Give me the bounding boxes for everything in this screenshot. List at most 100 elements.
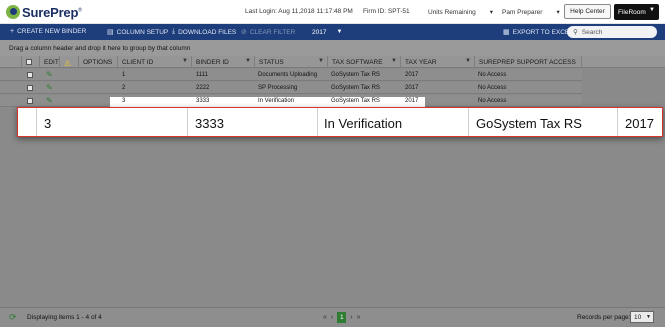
download-icon: ⤓	[172, 28, 176, 35]
pager: « ‹ 1 › »	[323, 312, 361, 323]
warning-icon: ⚠	[64, 59, 72, 68]
zoom-status: In Verification	[324, 116, 403, 131]
select-all-checkbox[interactable]	[26, 59, 32, 65]
column-divider	[617, 108, 618, 136]
cell-tax-software: GoSystem Tax RS	[331, 98, 380, 104]
col-header-expand	[0, 56, 22, 68]
displaying-items: Displaying items 1 - 4 of 4	[27, 314, 102, 321]
col-header-tax-year[interactable]: TAX YEAR ▼	[401, 56, 475, 68]
cell-binder-id: 2222	[196, 85, 210, 91]
export-to-excel-button[interactable]: ▦ EXPORT TO EXCEL	[503, 28, 573, 37]
grid-footer: ⟳ Displaying items 1 - 4 of 4 « ‹ 1 › » …	[0, 307, 665, 327]
toolbar: + CREATE NEW BINDER ▤ COLUMN SETUP ⤓ DOW…	[0, 24, 665, 40]
row-checkbox[interactable]	[27, 72, 33, 78]
cell-client-id: 2	[122, 85, 126, 91]
column-setup-button[interactable]: ▤ COLUMN SETUP	[107, 28, 168, 37]
col-header-options[interactable]: OPTIONS	[79, 56, 118, 68]
cell-status: In Verification	[258, 98, 295, 104]
zoom-tax-year: 2017	[625, 116, 654, 131]
cell-status: SP Processing	[258, 85, 298, 91]
search-icon: ⚲	[573, 29, 578, 36]
column-divider	[36, 108, 37, 136]
col-header-status[interactable]: STATUS ▼	[255, 56, 328, 68]
cell-tax-year: 2017	[405, 72, 419, 78]
cell-binder-id: 3333	[196, 98, 210, 104]
filter-icon[interactable]: ▼	[318, 58, 324, 64]
chevron-down-icon: ▼	[649, 7, 655, 13]
group-by-hint: Drag a column header and drop it here to…	[0, 40, 665, 56]
filter-icon: ⊘	[241, 29, 247, 36]
zoom-client-id: 3	[44, 116, 52, 131]
table-row[interactable]: ✎ 1 1111 Documents Uploading GoSystem Ta…	[0, 69, 582, 81]
filter-icon[interactable]: ▼	[391, 58, 397, 64]
last-login: Last Login: Aug 11,2018 11:17:48 PM	[245, 8, 353, 15]
clear-filter-button[interactable]: ⊘ CLEAR FILTER	[241, 28, 295, 37]
units-remaining-dropdown[interactable]: Units Remaining	[428, 8, 493, 16]
column-divider	[317, 108, 318, 136]
chevron-down-icon: ▼	[646, 314, 651, 320]
current-page-button[interactable]: 1	[337, 312, 347, 323]
binder-grid: Drag a column header and drop it here to…	[0, 40, 665, 307]
first-page-icon[interactable]: «	[323, 314, 327, 321]
refresh-icon[interactable]: ⟳	[9, 312, 17, 323]
col-header-select-all[interactable]	[22, 56, 40, 68]
download-files-button[interactable]: ⤓ DOWNLOAD FILES	[172, 28, 236, 36]
last-page-icon[interactable]: »	[357, 314, 361, 321]
cell-tax-year: 2017	[405, 85, 419, 91]
cell-support-access: No Access	[478, 98, 507, 104]
top-header: SurePrep® Last Login: Aug 11,2018 11:17:…	[0, 0, 665, 24]
records-per-page-label: Records per page:	[577, 314, 631, 321]
firm-id: Firm ID: SPT-51	[363, 8, 410, 15]
highlighted-row-strip[interactable]: 3 3333 In Verification GoSystem Tax RS 2…	[110, 97, 425, 107]
col-header-support-access[interactable]: SUREPREP SUPPORT ACCESS	[475, 56, 582, 68]
edit-pencil-icon[interactable]: ✎	[46, 83, 53, 92]
edit-pencil-icon[interactable]: ✎	[46, 96, 53, 105]
columns-icon: ▤	[107, 29, 114, 36]
zoomed-row-callout: 3 3333 In Verification GoSystem Tax RS 2…	[17, 107, 663, 137]
zoom-tax-software: GoSystem Tax RS	[476, 116, 582, 131]
search-placeholder: Search	[581, 28, 603, 36]
row-checkbox[interactable]	[27, 98, 33, 104]
prev-page-icon[interactable]: ‹	[331, 314, 333, 321]
search-input[interactable]: ⚲ Search	[567, 26, 657, 38]
column-divider	[187, 108, 188, 136]
cell-tax-year: 2017	[405, 98, 419, 104]
cell-client-id: 3	[122, 98, 126, 104]
table-row[interactable]: ✎ 2 2222 SP Processing GoSystem Tax RS 2…	[0, 82, 582, 94]
cell-binder-id: 1111	[196, 72, 209, 78]
col-header-warning[interactable]: ⚠	[60, 56, 79, 68]
cell-tax-software: GoSystem Tax RS	[331, 85, 380, 91]
plus-icon: +	[10, 28, 15, 35]
row-checkbox[interactable]	[27, 85, 33, 91]
col-header-client-id[interactable]: CLIENT ID ▼	[118, 56, 192, 68]
logo-mark-icon	[6, 5, 20, 19]
edit-pencil-icon[interactable]: ✎	[46, 70, 53, 79]
col-header-edit[interactable]: EDIT	[40, 56, 60, 68]
records-per-page-select[interactable]: 10 ▼	[630, 311, 654, 323]
col-header-tax-software[interactable]: TAX SOFTWARE ▼	[328, 56, 401, 68]
logo-text: SurePrep	[22, 4, 79, 20]
sureprep-logo[interactable]: SurePrep®	[6, 3, 82, 21]
cell-support-access: No Access	[478, 85, 507, 91]
filter-icon[interactable]: ▼	[182, 58, 188, 64]
fileroom-dropdown[interactable]: FileRoom ▼	[614, 4, 659, 20]
user-menu[interactable]: Pam Preparer	[502, 8, 560, 16]
column-divider	[468, 108, 469, 136]
chevron-down-icon: ▼	[336, 29, 343, 35]
help-center-button[interactable]: Help Center	[564, 4, 611, 19]
filter-icon[interactable]: ▼	[245, 58, 251, 64]
excel-icon: ▦	[503, 29, 510, 36]
cell-client-id: 1	[122, 72, 126, 78]
year-select[interactable]: 2017 ▼	[308, 26, 344, 38]
cell-status: Documents Uploading	[258, 72, 318, 78]
cell-tax-software: GoSystem Tax RS	[331, 72, 380, 78]
col-header-binder-id[interactable]: BINDER ID ▼	[192, 56, 255, 68]
zoom-binder-id: 3333	[195, 116, 224, 131]
col-header-filler	[582, 56, 665, 68]
logo-reg-mark: ®	[78, 7, 82, 14]
create-new-binder-button[interactable]: + CREATE NEW BINDER	[10, 28, 86, 35]
cell-support-access: No Access	[478, 72, 507, 78]
fileroom-label: FileRoom	[618, 8, 646, 16]
next-page-icon[interactable]: ›	[350, 314, 352, 321]
filter-icon[interactable]: ▼	[465, 58, 471, 64]
